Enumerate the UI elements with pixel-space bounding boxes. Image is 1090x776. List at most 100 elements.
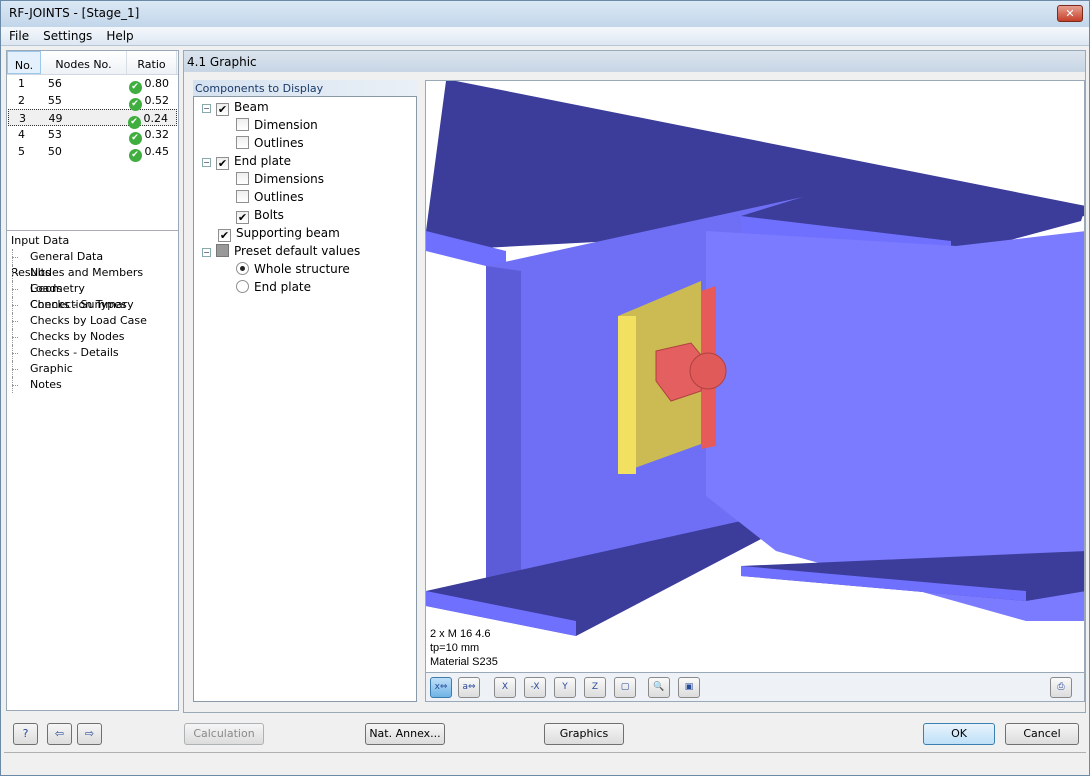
radio-whole-structure[interactable]: Whole structure [236,260,350,278]
nav-item[interactable]: General Data [7,249,178,265]
nav-item[interactable]: Nodes and Members [7,265,178,281]
collapse-icon[interactable]: − [202,158,211,167]
joints-table: No. Nodes No. Ratio 1 56 ✔ 0.80 2 55 ✔ 0.52 3 49 ✔… [7,51,178,231]
checkbox-ep-outlines[interactable] [236,190,249,203]
nav-item[interactable]: Checks - Details [7,345,178,361]
cell-ratio: ✔ 0.45 [127,143,177,162]
table-row[interactable]: 4 53 ✔ 0.32 [8,126,177,145]
tree-ep-bolts[interactable]: ✔ Bolts [236,206,284,224]
tree-beam-dimension[interactable]: Dimension [236,116,318,134]
nav-item[interactable]: Checks - Summary [7,297,178,313]
cell-ratio: ✔ 0.52 [127,92,177,111]
checkbox-end-plate[interactable]: ✔ [216,157,229,170]
radio-end-plate[interactable]: End plate [236,278,311,296]
cell-node: 49 [48,112,63,125]
graphics-button[interactable]: Graphics [544,723,624,745]
show-values-x-icon[interactable]: x⇔ [430,677,452,698]
collapse-icon[interactable]: − [202,248,211,257]
bolt-nut [689,352,727,390]
isometric-view-icon[interactable]: ▢ [614,677,636,698]
nav-item[interactable]: Checks by Load Case [7,313,178,329]
column-header-no[interactable]: No. [7,51,41,74]
status-bar [4,752,1086,772]
table-row[interactable]: 5 50 ✔ 0.45 [8,143,177,162]
3d-view[interactable]: 2 x M 16 4.6 tp=10 mm Material S235 [425,80,1085,673]
cell-no: 1 [18,77,25,90]
tree-beam[interactable]: − ✔ Beam [202,98,269,116]
print-icon[interactable]: ⎙ [1050,677,1072,698]
ok-button[interactable]: OK [923,723,995,745]
tree-end-plate[interactable]: − ✔ End plate [202,152,291,170]
menu-settings[interactable]: Settings [35,27,98,43]
joint-model [426,81,1084,636]
table-row[interactable]: 2 55 ✔ 0.52 [8,92,177,111]
beam-web-shade [486,266,521,601]
radio-icon[interactable] [236,280,249,293]
cell-ratio: ✔ 0.80 [127,75,177,94]
tree-supporting-beam[interactable]: ✔ Supporting beam [218,224,340,242]
cell-no: 4 [18,128,25,141]
checkbox-beam-outlines[interactable] [236,136,249,149]
table-row[interactable]: 3 49 ✔ 0.24 [8,109,177,129]
menu-bar: File Settings Help [1,27,1089,46]
next-button[interactable]: ⇨ [77,723,102,745]
nav-item[interactable]: Checks by Nodes [7,329,178,345]
cell-ratio: ✔ 0.24 [127,110,176,129]
calculation-button[interactable]: Calculation [184,723,264,745]
radio-icon[interactable] [236,262,249,275]
cell-node: 53 [47,128,62,141]
checkbox-beam[interactable]: ✔ [216,103,229,116]
main-window: RF-JOINTS - [Stage_1] ✕ File Settings Help… [0,0,1090,776]
cell-no: 3 [19,112,26,125]
view-minus-x-icon[interactable]: -X [524,677,546,698]
nat-annex-button[interactable]: Nat. Annex... [365,723,445,745]
checkbox-preset[interactable] [216,244,229,257]
checkbox-ep-bolts[interactable]: ✔ [236,211,249,224]
tree-ep-dimensions[interactable]: Dimensions [236,170,324,188]
cell-no: 2 [18,94,25,107]
nav-item[interactable]: Geometry [7,281,178,297]
cell-no: 5 [18,145,25,158]
checkbox-beam-dimension[interactable] [236,118,249,131]
title-bar: RF-JOINTS - [Stage_1] ✕ [1,1,1089,27]
view-z-icon[interactable]: Z [584,677,606,698]
checkbox-supporting-beam[interactable]: ✔ [218,229,231,242]
checkbox-ep-dimensions[interactable] [236,172,249,185]
window-title: RF-JOINTS - [Stage_1] [9,6,140,20]
graphic-info: 2 x M 16 4.6 tp=10 mm Material S235 [430,628,498,668]
cell-node: 50 [47,145,62,158]
render-mode-icon[interactable]: ▣ [678,677,700,698]
column-header-nodes[interactable]: Nodes No. [41,51,127,74]
help-button[interactable]: ? [13,723,38,745]
close-icon[interactable]: ✕ [1057,5,1083,22]
cell-node: 56 [47,77,62,90]
menu-file[interactable]: File [1,27,35,43]
table-row[interactable]: 1 56 ✔ 0.80 [8,75,177,94]
components-title: Components to Display [193,80,417,96]
graphic-toolbar: x⇔ a⇔ X -X Y Z ▢ 🔍 ▣ ⎙ [425,673,1085,702]
nav-item[interactable]: Notes [7,377,178,393]
zoom-all-icon[interactable]: 🔍 [648,677,670,698]
column-header-ratio[interactable]: Ratio [127,51,177,74]
panel-title: 4.1 Graphic [184,51,1085,72]
previous-button[interactable]: ⇦ [47,723,72,745]
view-x-icon[interactable]: X [494,677,516,698]
menu-help[interactable]: Help [98,27,139,43]
cancel-button[interactable]: Cancel [1005,723,1079,745]
tree-ep-outlines[interactable]: Outlines [236,188,304,206]
collapse-icon[interactable]: − [202,104,211,113]
end-plate-face [618,316,636,474]
tree-preset[interactable]: − Preset default values [202,242,360,260]
cell-ratio: ✔ 0.32 [127,126,177,145]
components-tree: − ✔ Beam Dimension Outlines − ✔ End plate Di… [193,96,417,702]
nav-input-data[interactable]: Input Data [7,233,178,249]
graphic-panel: 4.1 Graphic Components to Display − ✔ Beam… [183,50,1086,713]
view-y-icon[interactable]: Y [554,677,576,698]
navigator-tree: Input Data General Data Nodes and Members… [7,233,178,393]
tree-beam-outlines[interactable]: Outlines [236,134,304,152]
cell-node: 55 [47,94,62,107]
nav-item[interactable]: Graphic [7,361,178,377]
left-panel: No. Nodes No. Ratio 1 56 ✔ 0.80 2 55 ✔ 0.52 3 49 ✔… [6,50,179,711]
show-values-a-icon[interactable]: a⇔ [458,677,480,698]
check-circle-icon: ✔ [128,149,142,162]
